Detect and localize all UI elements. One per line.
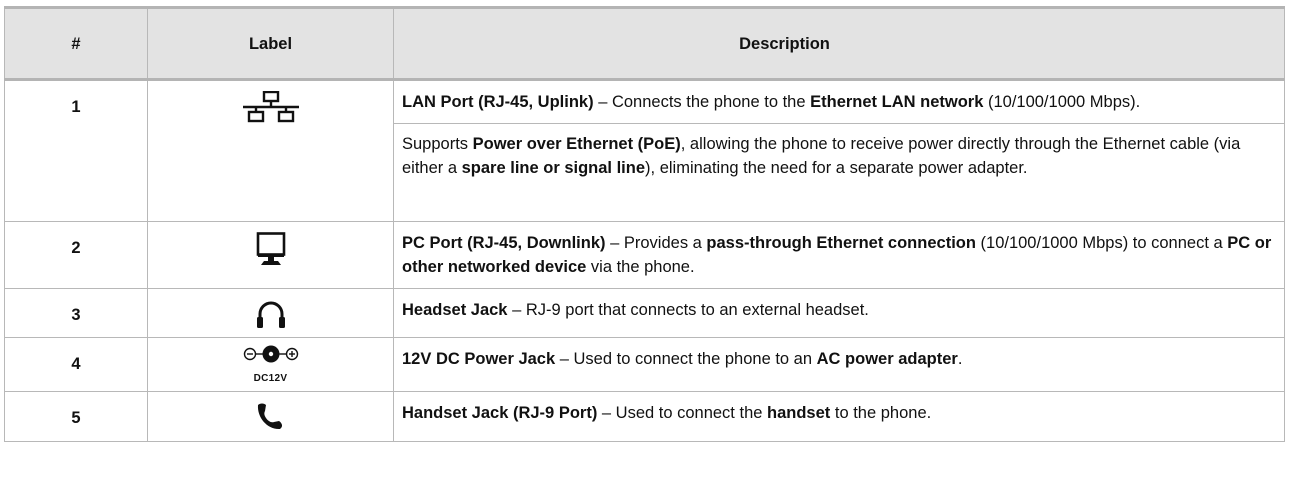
bold-text: LAN Port (RJ-45, Uplink) xyxy=(402,93,594,111)
text: – Used to connect the phone to an xyxy=(555,350,817,368)
bold-text: handset xyxy=(767,404,831,422)
header-label: Label xyxy=(147,6,394,81)
dc-voltage-label: DC12V xyxy=(253,373,288,384)
dc-power-icon xyxy=(243,344,299,373)
row-description: LAN Port (RJ-45, Uplink) – Connects the … xyxy=(393,79,1285,222)
headset-icon xyxy=(255,299,287,336)
table-row: 3 Headset Jack – RJ-9 port that connects… xyxy=(4,288,1285,338)
table-row: 4 DC12V 12V DC Power Jack – Used to conn… xyxy=(4,337,1285,392)
row-label: DC12V xyxy=(147,337,394,392)
header-number: # xyxy=(4,6,148,81)
text: – Connects the phone to the xyxy=(593,93,811,111)
bold-text: Handset Jack (RJ-9 Port) xyxy=(402,404,598,422)
text: – Used to connect the xyxy=(597,404,768,422)
bold-text: Headset Jack xyxy=(402,301,508,319)
row-label xyxy=(147,391,394,442)
table-row: 5 Handset Jack (RJ-9 Port) – Used to con… xyxy=(4,391,1285,442)
text: – Provides a xyxy=(605,234,707,252)
table-row: 2 PC Port (RJ-45, Downlink) – Provides a… xyxy=(4,221,1285,289)
text: to the phone. xyxy=(830,404,932,422)
bold-text: pass-through Ethernet connection xyxy=(706,234,976,252)
desc-paragraph: Supports Power over Ethernet (PoE), allo… xyxy=(394,123,1284,180)
row-number: 1 xyxy=(4,79,148,222)
lan-network-icon xyxy=(242,90,300,130)
bold-text: Ethernet LAN network xyxy=(810,93,984,111)
row-number: 4 xyxy=(4,337,148,392)
row-label xyxy=(147,221,394,289)
row-description: 12V DC Power Jack – Used to connect the … xyxy=(393,337,1285,392)
desc-paragraph: Handset Jack (RJ-9 Port) – Used to conne… xyxy=(402,401,1276,425)
pc-monitor-icon xyxy=(256,232,286,273)
bold-text: 12V DC Power Jack xyxy=(402,350,556,368)
text: Supports xyxy=(402,135,473,153)
row-description: Headset Jack – RJ-9 port that connects t… xyxy=(393,288,1285,338)
row-description: PC Port (RJ-45, Downlink) – Provides a p… xyxy=(393,221,1285,289)
table-row: 1 LAN Port (RJ-45, Uplink) – Connects th xyxy=(4,79,1285,222)
text: via the phone. xyxy=(586,258,695,276)
handset-icon xyxy=(256,402,286,437)
text: – RJ-9 port that connects to an external… xyxy=(507,301,869,319)
desc-paragraph: 12V DC Power Jack – Used to connect the … xyxy=(402,347,1276,371)
header-row: # Label Description xyxy=(4,6,1285,81)
bold-text: PC Port (RJ-45, Downlink) xyxy=(402,234,606,252)
text: . xyxy=(957,350,963,368)
row-label xyxy=(147,79,394,222)
desc-paragraph: LAN Port (RJ-45, Uplink) – Connects the … xyxy=(402,90,1276,114)
row-number: 3 xyxy=(4,288,148,338)
row-label xyxy=(147,288,394,338)
bold-text: spare line or signal line xyxy=(461,159,646,177)
text: (10/100/1000 Mbps). xyxy=(983,93,1141,111)
row-number: 2 xyxy=(4,221,148,289)
row-description: Handset Jack (RJ-9 Port) – Used to conne… xyxy=(393,391,1285,442)
bold-text: Power over Ethernet (PoE) xyxy=(472,135,681,153)
text: ), eliminating the need for a separate p… xyxy=(645,159,1028,177)
desc-paragraph: Headset Jack – RJ-9 port that connects t… xyxy=(402,298,1276,322)
ports-table: # Label Description 1 LAN Port (RJ-45, U… xyxy=(4,6,1285,442)
row-number: 5 xyxy=(4,391,148,442)
desc-paragraph: PC Port (RJ-45, Downlink) – Provides a p… xyxy=(402,231,1276,279)
text: (10/100/1000 Mbps) to connect a xyxy=(975,234,1228,252)
bold-text: AC power adapter xyxy=(816,350,958,368)
header-description: Description xyxy=(393,6,1285,81)
